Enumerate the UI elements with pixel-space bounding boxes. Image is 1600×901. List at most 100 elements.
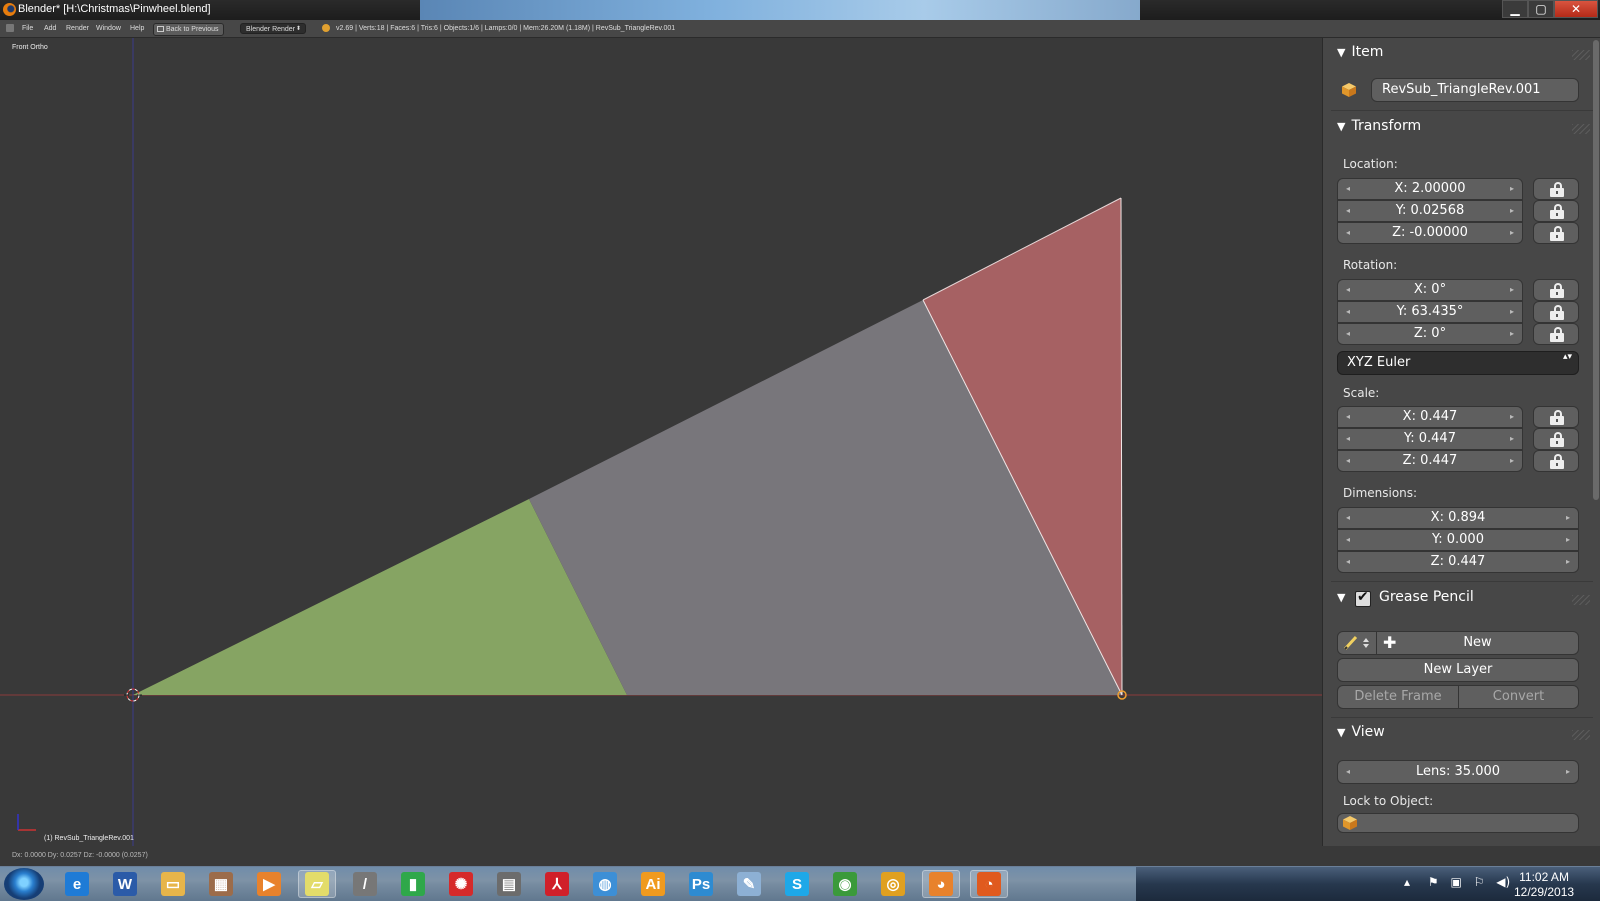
acrobat-icon: ⅄ [545, 872, 569, 896]
dimensions-x-value: X: 0.894 [1430, 510, 1486, 525]
lens-field[interactable]: ◂ Lens: 35.000 ▸ [1337, 760, 1579, 784]
chrome-icon: ◉ [833, 872, 857, 896]
view-section-header[interactable]: ▼ View [1337, 724, 1385, 740]
lock-scale-x-toggle[interactable] [1533, 406, 1579, 428]
photoshop-icon: Ps [689, 872, 713, 896]
location-z-field[interactable]: ◂ Z: -0.00000 ▸ [1337, 222, 1523, 244]
panel-scrollbar[interactable] [1593, 40, 1599, 500]
taskbar-button-archive[interactable]: ▦ [202, 870, 240, 898]
lock-location-y-toggle[interactable] [1533, 200, 1579, 222]
delete-frame-button[interactable]: Delete Frame [1337, 685, 1459, 709]
rotation-y-value: Y: 63.435° [1396, 304, 1464, 319]
transform-section-header[interactable]: ▼ Transform [1337, 118, 1421, 134]
grease-pencil-checkbox[interactable] [1355, 589, 1371, 607]
taskbar-button-scanner[interactable]: ▤ [490, 870, 528, 898]
convert-button[interactable]: Convert [1458, 685, 1579, 709]
editor-type-icon[interactable] [6, 24, 14, 32]
select-arrow-icon: ⬍ [295, 26, 301, 32]
drag-handle-icon[interactable] [1572, 50, 1590, 60]
taskbar-button-illustrator[interactable]: Ai [634, 870, 672, 898]
lock-rotation-y-toggle[interactable] [1533, 301, 1579, 323]
dimensions-x-field[interactable]: ◂ X: 0.894 ▸ [1337, 507, 1579, 529]
item-section-title: Item [1351, 44, 1384, 60]
taskbar-button-blender[interactable]: ◕ [922, 870, 960, 898]
taskbar-button-file-explorer[interactable]: ▭ [154, 870, 192, 898]
minimize-button[interactable]: ▁ [1502, 0, 1528, 18]
rotation-mode-select[interactable]: XYZ Euler ▴▾ [1337, 351, 1579, 375]
drag-handle-icon[interactable] [1572, 124, 1590, 134]
word-icon: W [113, 872, 137, 896]
system-clock[interactable]: 11:02 AM 12/29/2013 [1514, 870, 1574, 900]
new-label: New [1463, 635, 1492, 650]
skype-icon: S [785, 872, 809, 896]
menu-help[interactable]: Help [130, 25, 144, 32]
object-name-field[interactable]: RevSub_TriangleRev.001 [1371, 78, 1579, 102]
location-y-field[interactable]: ◂ Y: 0.02568 ▸ [1337, 200, 1523, 222]
taskbar-button-chrome[interactable]: ◉ [826, 870, 864, 898]
3d-viewport[interactable]: Front Ortho (1) RevSub_TriangleRev.001 [0, 38, 1322, 846]
rotation-y-field[interactable]: ◂ Y: 63.435° ▸ [1337, 301, 1523, 323]
grease-pencil-section-header[interactable]: ▼ [1337, 589, 1351, 605]
taskbar-button-cbc[interactable]: ✺ [442, 870, 480, 898]
start-button[interactable] [4, 868, 44, 900]
rotation-x-field[interactable]: ◂ X: 0° ▸ [1337, 279, 1523, 301]
action-center-icon[interactable]: ⚑ [1428, 875, 1439, 889]
dimensions-y-field[interactable]: ◂ Y: 0.000 ▸ [1337, 529, 1579, 551]
flag-icon[interactable]: ⚐ [1474, 875, 1485, 889]
taskbar-button-acrobat[interactable]: ⅄ [538, 870, 576, 898]
maximize-button[interactable]: ▢ [1528, 0, 1554, 18]
lock-scale-z-toggle[interactable] [1533, 450, 1579, 472]
taskbar-button-globe[interactable]: ◍ [586, 870, 624, 898]
show-hidden-icons-icon[interactable]: ▴ [1404, 875, 1410, 889]
drag-handle-icon[interactable] [1572, 730, 1590, 740]
taskbar-button-paint[interactable]: ✎ [730, 870, 768, 898]
taskbar-button-battery[interactable]: ▮ [394, 870, 432, 898]
lock-to-object-field[interactable] [1337, 813, 1579, 833]
taskbar-button-target-app[interactable]: ◎ [874, 870, 912, 898]
close-button[interactable]: ✕ [1554, 0, 1598, 18]
lock-location-x-toggle[interactable] [1533, 178, 1579, 200]
scale-x-value: X: 0.447 [1402, 409, 1458, 424]
grease-pencil-new-button[interactable]: ✚ New [1376, 631, 1579, 655]
scale-label: Scale: [1343, 386, 1380, 400]
network-icon[interactable]: ▣ [1450, 875, 1461, 889]
menu-add[interactable]: Add [44, 25, 56, 32]
menu-render[interactable]: Render [66, 25, 89, 32]
scale-x-field[interactable]: ◂ X: 0.447 ▸ [1337, 406, 1523, 428]
scale-y-field[interactable]: ◂ Y: 0.447 ▸ [1337, 428, 1523, 450]
drag-handle-icon[interactable] [1572, 595, 1590, 605]
item-section-header[interactable]: ▼ Item [1337, 44, 1383, 60]
transform-section-title: Transform [1351, 118, 1422, 134]
new-layer-button[interactable]: New Layer [1337, 658, 1579, 682]
location-x-field[interactable]: ◂ X: 2.00000 ▸ [1337, 178, 1523, 200]
blender-app-icon[interactable] [3, 3, 16, 16]
lock-rotation-x-toggle[interactable] [1533, 279, 1579, 301]
taskbar-button-word[interactable]: W [106, 870, 144, 898]
rotation-x-value: X: 0° [1413, 282, 1447, 297]
rotation-z-field[interactable]: ◂ Z: 0° ▸ [1337, 323, 1523, 345]
lock-scale-y-toggle[interactable] [1533, 428, 1579, 450]
menu-window[interactable]: Window [96, 25, 121, 32]
grease-pencil-browse-button[interactable] [1337, 631, 1377, 655]
scale-z-field[interactable]: ◂ Z: 0.447 ▸ [1337, 450, 1523, 472]
viewport-canvas[interactable] [0, 38, 1322, 846]
battery-icon: ▮ [401, 872, 425, 896]
location-x-value: X: 2.00000 [1394, 181, 1466, 196]
taskbar-button-photoshop[interactable]: Ps [682, 870, 720, 898]
taskbar-button-firefox[interactable]: ◔ [970, 870, 1008, 898]
taskbar-button-media-player[interactable]: ▶ [250, 870, 288, 898]
lock-location-z-toggle[interactable] [1533, 222, 1579, 244]
scanner-icon: ▤ [497, 872, 521, 896]
taskbar-button-skype[interactable]: S [778, 870, 816, 898]
back-to-previous-button[interactable]: Back to Previous [153, 23, 224, 36]
section-divider [1331, 581, 1593, 582]
render-engine-select[interactable]: Blender Render ⬍ [240, 23, 306, 34]
volume-icon[interactable]: ◀) [1496, 875, 1510, 889]
menu-file[interactable]: File [22, 25, 33, 32]
grease-pencil-section-title: Grease Pencil [1379, 589, 1474, 605]
lock-rotation-z-toggle[interactable] [1533, 323, 1579, 345]
taskbar-button-sticky-notes[interactable]: ▱ [298, 870, 336, 898]
taskbar-button-internet-explorer[interactable]: e [58, 870, 96, 898]
dimensions-z-field[interactable]: ◂ Z: 0.447 ▸ [1337, 551, 1579, 573]
taskbar-button-microphone[interactable]: / [346, 870, 384, 898]
